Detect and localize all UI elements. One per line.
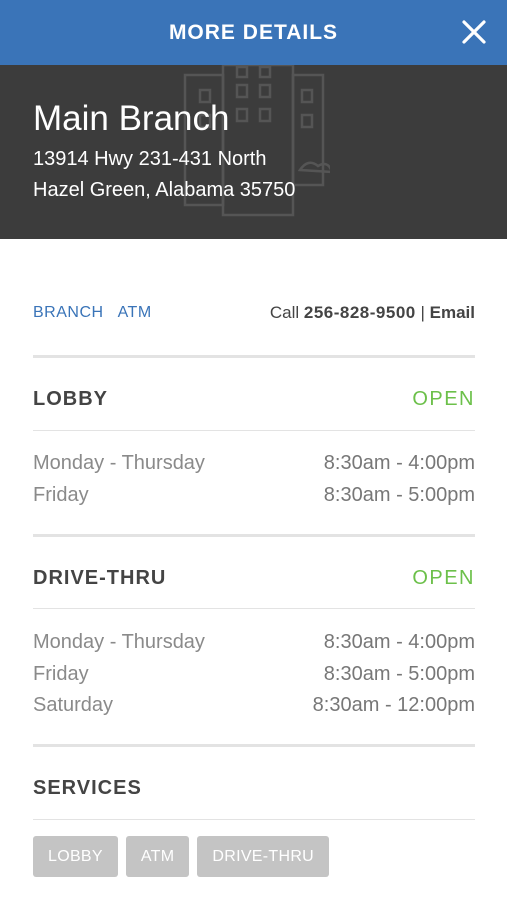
drive-thru-title: DRIVE-THRU [33, 566, 167, 589]
contact-info: Call 256-828-9500 | Email [270, 303, 475, 323]
page-title: MORE DETAILS [168, 20, 339, 44]
divider [33, 534, 475, 537]
phone-link[interactable]: 256-828-9500 [304, 303, 416, 322]
hours-time: 8:30am - 12:00pm [312, 693, 475, 716]
drive-thru-status-badge: OPEN [412, 566, 475, 589]
hours-days: Saturday [33, 693, 114, 716]
contact-separator: | [420, 303, 425, 322]
atm-link[interactable]: ATM [118, 304, 152, 322]
call-label: Call [269, 303, 300, 322]
branch-name: Main Branch [33, 99, 230, 138]
drive-thru-hours-row: Saturday 8:30am - 12:00pm [33, 691, 475, 719]
drive-thru-hours-row: Friday 8:30am - 5:00pm [33, 660, 475, 688]
lobby-section-header: LOBBY OPEN [33, 384, 475, 414]
service-chip-lobby: LOBBY [33, 836, 118, 877]
close-icon [462, 20, 486, 44]
location-type-links: BRANCH ATM [33, 304, 152, 322]
drive-thru-hours-row: Monday - Thursday 8:30am - 4:00pm [33, 628, 475, 656]
header-bar: MORE DETAILS [0, 0, 507, 65]
lobby-hours-row: Friday 8:30am - 5:00pm [33, 481, 475, 509]
divider [33, 819, 475, 820]
hours-days: Friday [33, 662, 89, 685]
divider [33, 430, 475, 431]
hours-time: 8:30am - 4:00pm [323, 451, 475, 474]
branch-link[interactable]: BRANCH [33, 304, 104, 322]
divider [33, 744, 475, 747]
hours-time: 8:30am - 4:00pm [323, 630, 475, 653]
divider [33, 608, 475, 609]
lobby-status-badge: OPEN [412, 387, 475, 410]
branch-hero: Main Branch 13914 Hwy 231-431 North Haze… [0, 65, 507, 239]
branch-address-line2: Hazel Green, Alabama 35750 [33, 179, 296, 201]
email-link[interactable]: Email [430, 303, 475, 322]
service-chip-drive-thru: DRIVE-THRU [197, 836, 330, 877]
lobby-hours-row: Monday - Thursday 8:30am - 4:00pm [33, 449, 475, 477]
hours-days: Monday - Thursday [33, 451, 205, 474]
services-section-header: SERVICES [33, 773, 475, 803]
drive-thru-section-header: DRIVE-THRU OPEN [33, 563, 475, 593]
services-title: SERVICES [33, 776, 142, 799]
close-button[interactable] [459, 17, 489, 47]
services-chips: LOBBY ATM DRIVE-THRU [33, 836, 330, 877]
lobby-title: LOBBY [33, 387, 108, 410]
hours-time: 8:30am - 5:00pm [323, 662, 475, 685]
hours-days: Friday [33, 483, 89, 506]
divider [33, 355, 475, 358]
service-chip-atm: ATM [125, 836, 190, 877]
hours-days: Monday - Thursday [33, 630, 205, 653]
hours-time: 8:30am - 5:00pm [323, 483, 475, 506]
branch-address-line1: 13914 Hwy 231-431 North [33, 148, 267, 170]
links-row: BRANCH ATM Call 256-828-9500 | Email [33, 300, 475, 326]
